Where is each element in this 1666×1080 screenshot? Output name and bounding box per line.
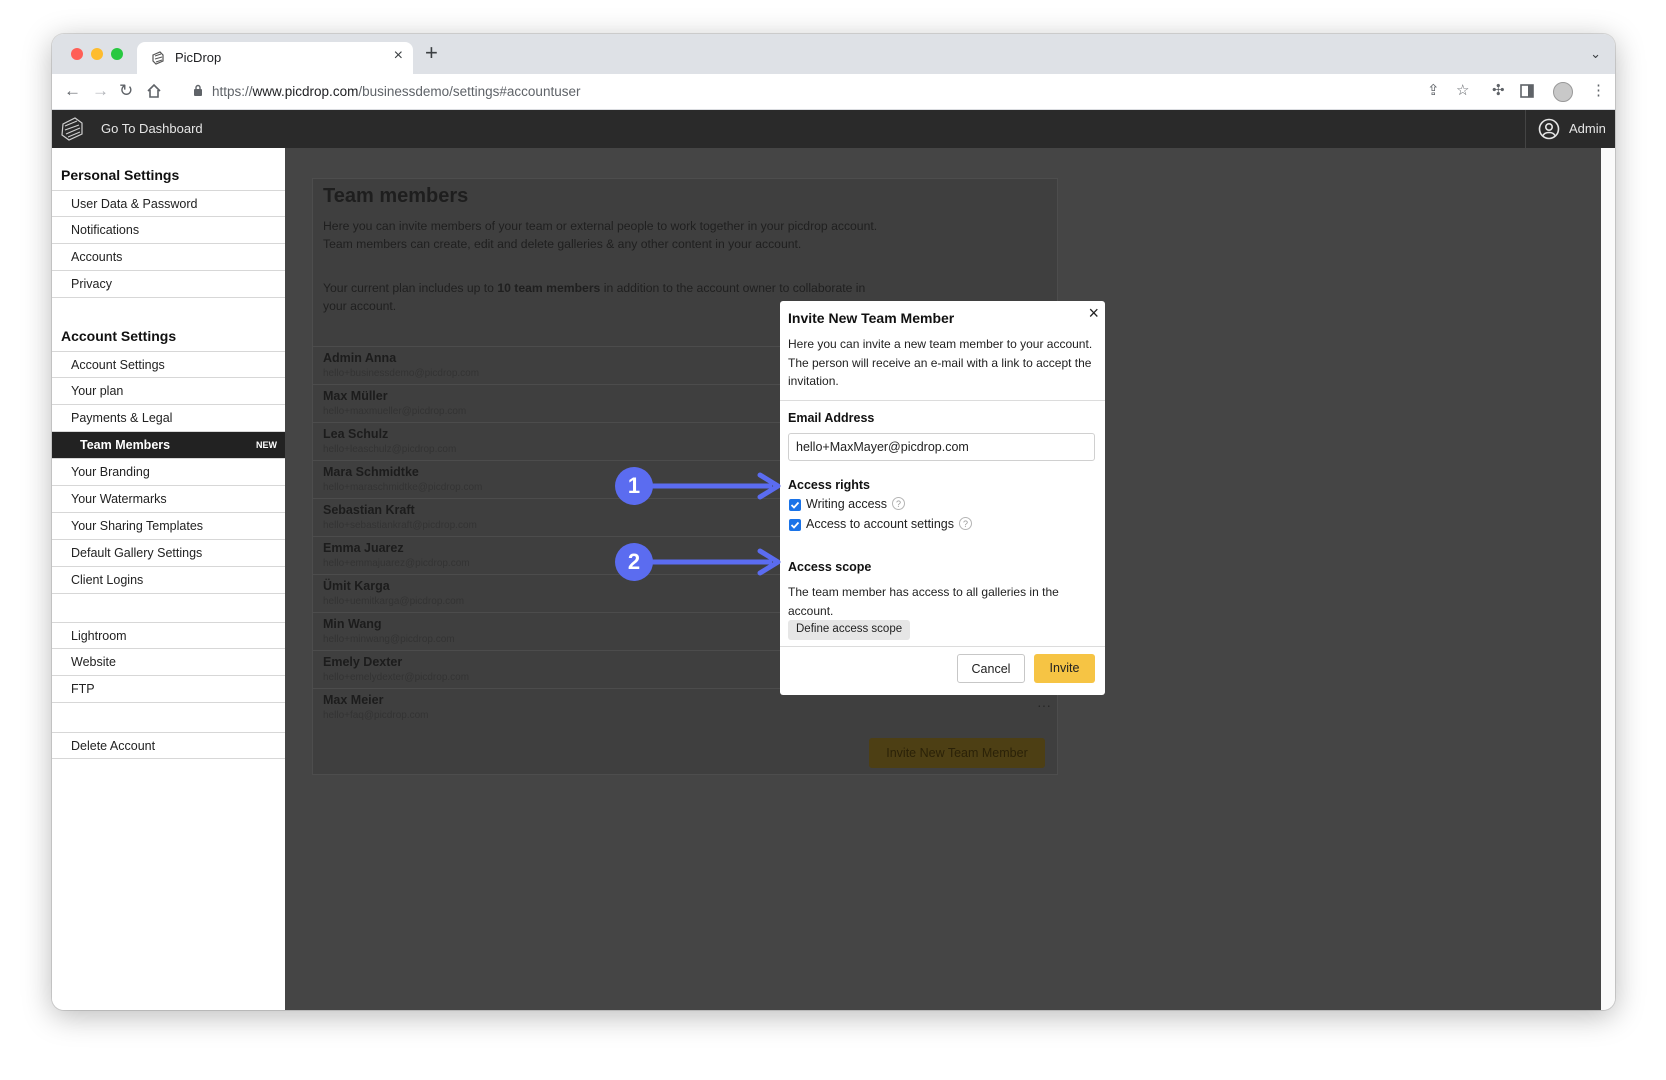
annotation-marker-2: 2 (615, 543, 653, 581)
annotation-marker-1: 1 (615, 467, 653, 505)
browser-window: PicDrop × + ⌄ ← → ↻ https://www.picdrop.… (52, 34, 1615, 1010)
annotation-arrows (652, 472, 781, 576)
